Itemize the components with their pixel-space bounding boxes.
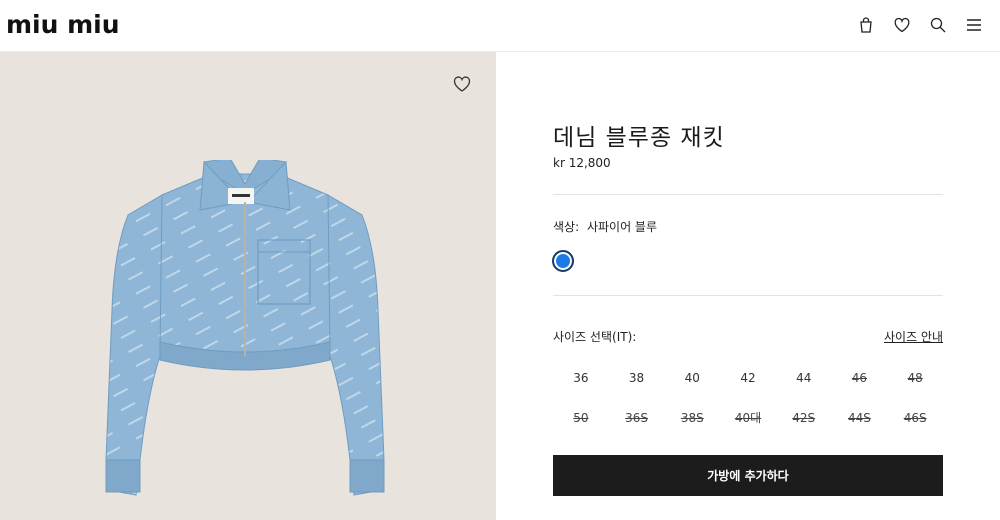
size-option[interactable]: 44S <box>832 409 888 427</box>
color-value: 사파이어 블루 <box>586 220 658 234</box>
size-option[interactable]: 36 <box>553 369 609 387</box>
size-option[interactable]: 44 <box>776 369 832 387</box>
size-option[interactable]: 42 <box>720 369 776 387</box>
color-swatch-sapphire-blue[interactable] <box>552 250 574 272</box>
site-header: miu miu <box>0 0 1000 52</box>
wishlist-heart-icon[interactable] <box>452 74 472 94</box>
bag-icon[interactable] <box>856 15 876 35</box>
size-select-label: 사이즈 선택(IT): <box>553 330 637 344</box>
size-option[interactable]: 46 <box>832 369 888 387</box>
add-to-bag-button[interactable]: 가방에 추가하다 <box>553 455 943 496</box>
product-image-panel <box>0 52 496 520</box>
divider <box>553 194 943 195</box>
header-icons <box>856 14 984 36</box>
size-guide-link[interactable]: 사이즈 안내 <box>884 328 943 345</box>
size-option[interactable]: 48 <box>887 369 943 387</box>
heart-icon[interactable] <box>892 15 912 35</box>
product-price: kr 12,800 <box>553 156 611 170</box>
size-option[interactable]: 40대 <box>720 409 776 427</box>
product-jacket-image <box>105 160 385 496</box>
menu-icon[interactable] <box>964 15 984 35</box>
size-option[interactable]: 38 <box>609 369 665 387</box>
color-row: 색상: 사파이어 블루 <box>553 218 657 235</box>
product-title: 데님 블루종 재킷 <box>553 125 725 151</box>
size-option[interactable]: 40 <box>664 369 720 387</box>
brand-logo[interactable]: miu miu <box>6 11 120 39</box>
color-label: 색상: <box>553 220 580 234</box>
search-icon[interactable] <box>928 15 948 35</box>
divider <box>553 295 943 296</box>
size-option[interactable]: 50 <box>553 409 609 427</box>
size-option[interactable]: 46S <box>887 409 943 427</box>
size-grid: 36 38 40 42 44 46 48 50 36S 38S 40대 42S 44S 46S <box>553 369 943 427</box>
size-option[interactable]: 36S <box>609 409 665 427</box>
product-info-panel: 데님 블루종 재킷 kr 12,800 색상: 사파이어 블루 사이즈 선택(I… <box>552 52 943 520</box>
size-option[interactable]: 42S <box>776 409 832 427</box>
size-option[interactable]: 38S <box>664 409 720 427</box>
